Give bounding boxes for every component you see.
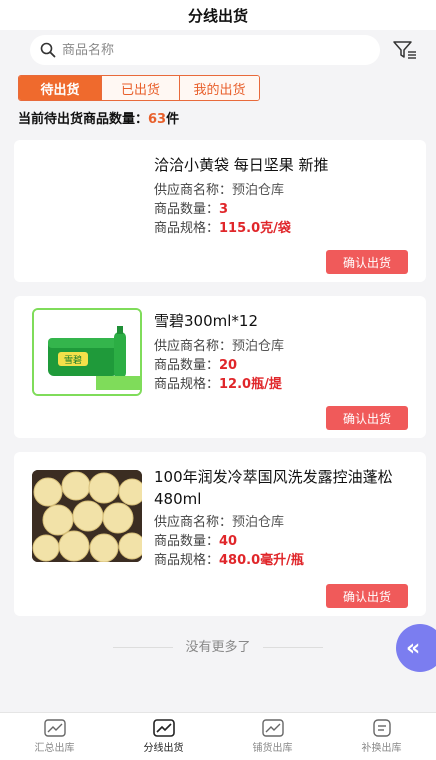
supplier-label: 供应商名称： <box>154 515 233 530</box>
chart-icon <box>152 719 175 737</box>
filter-button[interactable] <box>392 38 418 62</box>
collapse-float-button[interactable]: « <box>396 624 436 672</box>
quantity-label: 商品数量： <box>154 358 220 373</box>
product-name: 洽洽小黄袋 每日坚果 新推 <box>154 156 329 174</box>
no-more-text: 没有更多了 <box>0 636 436 655</box>
nav-item-replacement-outbound[interactable]: 补换出库 <box>327 713 436 760</box>
product-card: 雪碧 雪碧300ml*12 供应商名称：预泊仓库 商品数量：20 商品规格：12… <box>14 296 426 438</box>
spec-value: 12.0瓶/提 <box>219 377 282 392</box>
nav-label: 分线出货 <box>143 743 184 754</box>
chart-icon <box>43 719 66 737</box>
pears-image <box>32 470 142 562</box>
tab-shipped[interactable]: 已出货 <box>101 76 179 100</box>
quantity-label: 商品数量： <box>154 202 220 217</box>
quantity-value: 3 <box>219 202 229 217</box>
confirm-shipment-button[interactable]: 确认出货 <box>326 406 408 430</box>
product-quantity: 商品数量：20 <box>154 357 237 375</box>
product-supplier: 供应商名称：预泊仓库 <box>154 338 284 356</box>
pending-count-label: 当前待出货商品数量： <box>18 112 149 127</box>
document-icon <box>372 719 391 737</box>
spec-value: 115.0克/袋 <box>219 221 291 236</box>
pending-count-value: 63 <box>148 112 167 127</box>
page-title: 分线出货 <box>187 6 248 25</box>
pending-count-unit: 件 <box>166 112 180 127</box>
product-supplier: 供应商名称：预泊仓库 <box>154 514 284 532</box>
search-icon <box>40 42 56 58</box>
double-chevron-left-icon: « <box>406 635 420 661</box>
nav-item-summary-outbound[interactable]: 汇总出库 <box>0 713 109 760</box>
supplier-label: 供应商名称： <box>154 339 233 354</box>
nav-item-line-shipping[interactable]: 分线出货 <box>109 713 218 760</box>
top-bar: 分线出货 <box>0 0 436 30</box>
filter-icon <box>393 41 416 59</box>
svg-text:雪碧: 雪碧 <box>64 354 82 366</box>
nav-item-distribution-outbound[interactable]: 铺货出库 <box>218 713 327 760</box>
search-input[interactable] <box>62 42 342 58</box>
product-card: 100年润发冷萃国风洗发露控油蓬松480ml 供应商名称：预泊仓库 商品数量：4… <box>14 452 426 616</box>
confirm-shipment-button[interactable]: 确认出货 <box>326 250 408 274</box>
product-name: 100年润发冷萃国风洗发露控油蓬松480ml <box>154 468 393 508</box>
spec-label: 商品规格： <box>154 221 220 236</box>
search-row <box>0 30 436 70</box>
tab-my-shipments[interactable]: 我的出货 <box>179 76 259 100</box>
product-name: 雪碧300ml*12 <box>154 312 258 330</box>
product-card: 洽洽小黄袋 每日坚果 新推 供应商名称：预泊仓库 商品数量：3 商品规格：115… <box>14 140 426 282</box>
tab-pending[interactable]: 待出货 <box>19 76 101 100</box>
product-supplier: 供应商名称：预泊仓库 <box>154 182 284 200</box>
search-box[interactable] <box>30 35 380 65</box>
product-spec: 商品规格：480.0毫升/瓶 <box>154 552 304 570</box>
spec-label: 商品规格： <box>154 553 220 568</box>
confirm-shipment-button[interactable]: 确认出货 <box>326 584 408 608</box>
pending-count-summary: 当前待出货商品数量：63件 <box>18 108 179 127</box>
chart-icon <box>261 719 284 737</box>
supplier-value: 预泊仓库 <box>232 339 285 354</box>
product-quantity: 商品数量：40 <box>154 533 237 551</box>
quantity-label: 商品数量： <box>154 534 220 549</box>
status-tabs: 待出货 已出货 我的出货 <box>18 75 260 101</box>
nav-label: 补换出库 <box>361 743 402 754</box>
bottom-nav: 汇总出库 分线出货 铺货出库 补换出库 <box>0 712 436 760</box>
product-spec: 商品规格：115.0克/袋 <box>154 220 291 238</box>
product-quantity: 商品数量：3 <box>154 201 228 219</box>
nav-label: 铺货出库 <box>252 743 293 754</box>
sprite-pack-image: 雪碧 <box>34 310 140 394</box>
nav-label: 汇总出库 <box>34 743 75 754</box>
supplier-label: 供应商名称： <box>154 183 233 198</box>
spec-value: 480.0毫升/瓶 <box>219 553 304 568</box>
product-image: 雪碧 <box>32 308 142 396</box>
product-spec: 商品规格：12.0瓶/提 <box>154 376 282 394</box>
supplier-value: 预泊仓库 <box>232 515 285 530</box>
spec-label: 商品规格： <box>154 377 220 392</box>
quantity-value: 20 <box>219 358 238 373</box>
product-image <box>32 470 142 562</box>
quantity-value: 40 <box>219 534 238 549</box>
supplier-value: 预泊仓库 <box>232 183 285 198</box>
